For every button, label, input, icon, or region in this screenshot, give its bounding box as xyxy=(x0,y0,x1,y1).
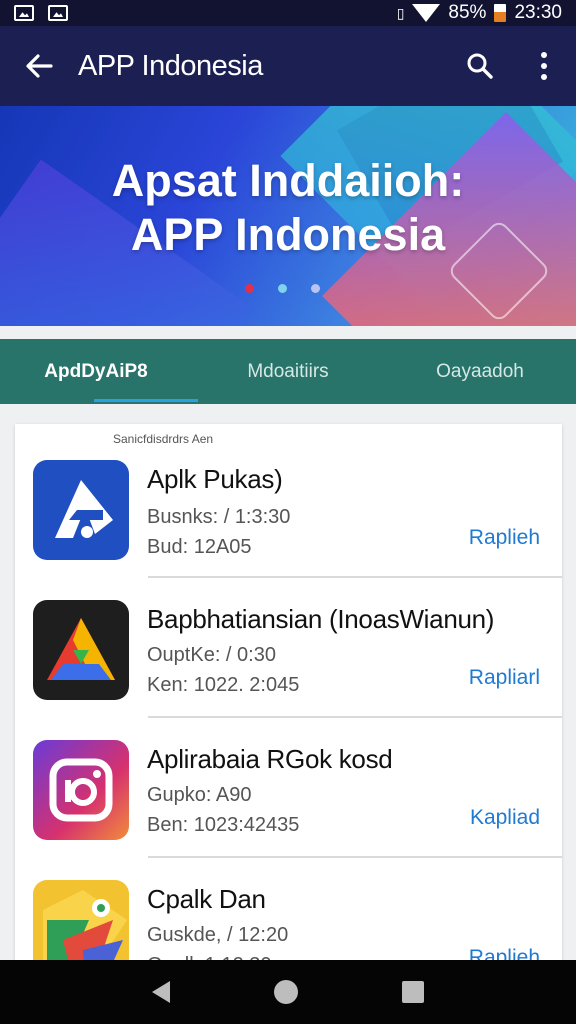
promo-banner[interactable]: Apsat Inddaiioh: APP Indonesia xyxy=(0,106,576,326)
app-name: Aplirabaia RGok kosd xyxy=(147,744,393,774)
abstract-a-logo-icon xyxy=(33,460,129,560)
nav-home-icon[interactable] xyxy=(274,980,298,1004)
banner-title-line1: Apsat Inddaiioh: xyxy=(111,155,465,206)
nav-back-icon[interactable] xyxy=(152,981,170,1003)
carousel-indicator xyxy=(0,284,576,293)
nav-recents-icon[interactable] xyxy=(402,981,424,1003)
tab-other[interactable]: Oayaadoh xyxy=(384,339,576,404)
app-action-link[interactable]: Rapliarl xyxy=(469,666,540,690)
search-icon xyxy=(467,53,493,79)
list-item[interactable]: Aplirabaia RGok kosd Gupko: A90 Ben: 102… xyxy=(15,718,562,858)
tab-featured[interactable]: ApdDyAiP8 xyxy=(0,339,198,404)
app-meta-line2: Ben: 1023:42435 xyxy=(147,814,300,836)
battery-icon xyxy=(494,4,507,22)
carousel-dot[interactable] xyxy=(310,284,320,293)
status-time: 23:30 xyxy=(514,2,562,23)
banner-title-line2: APP Indonesia xyxy=(130,209,446,260)
app-meta-line1: Gupko: A90 xyxy=(147,784,252,806)
app-name: Bapbhatiansian (InoasWianun) xyxy=(147,604,495,634)
wifi-icon xyxy=(412,4,441,22)
gallery-notification-icon xyxy=(14,5,34,21)
camera-logo-icon xyxy=(33,740,129,840)
app-action-link[interactable]: Kapliad xyxy=(470,806,540,830)
back-button[interactable] xyxy=(0,26,78,106)
app-meta-line2: Ken: 1022. 2:045 xyxy=(147,674,300,696)
app-list-card: Sanicfdisdrdrs Aen Aplk Pukas) Busnks: /… xyxy=(15,424,562,984)
more-vert-icon xyxy=(541,52,547,80)
battery-percent: 85% xyxy=(448,2,487,23)
tab-bar: ApdDyAiP8 Mdoaitiirs Oayaadoh xyxy=(0,339,576,404)
carousel-dot[interactable] xyxy=(244,284,254,293)
banner-title: Apsat Inddaiioh: APP Indonesia xyxy=(0,154,576,262)
app-title: APP Indonesia xyxy=(78,49,263,82)
system-nav-bar xyxy=(0,960,576,1024)
list-item[interactable]: Bapbhatiansian (InoasWianun) OuptKe: / 0… xyxy=(15,578,562,718)
image-notification-icon xyxy=(48,5,68,21)
tab-modifications[interactable]: Mdoaitiirs xyxy=(192,339,384,404)
app-meta-line1: Guskde, / 12:20 xyxy=(147,924,289,946)
arrow-left-icon xyxy=(26,54,53,78)
search-button[interactable] xyxy=(448,26,512,106)
app-meta-line1: OuptKe: / 0:30 xyxy=(147,644,276,666)
more-options-button[interactable] xyxy=(512,26,576,106)
carousel-dot[interactable] xyxy=(277,284,287,293)
app-meta-line1: Busnks: / 1:3:30 xyxy=(147,506,291,528)
colorful-triangle-logo-icon xyxy=(33,600,129,700)
app-action-link[interactable]: Raplieh xyxy=(469,526,540,550)
app-meta-line2: Bud: 12A05 xyxy=(147,536,252,558)
list-item[interactable]: Aplk Pukas) Busnks: / 1:3:30 Bud: 12A05 … xyxy=(15,438,562,578)
vibrate-icon: ▯ xyxy=(396,4,405,21)
app-bar: APP Indonesia xyxy=(0,26,576,106)
app-name: Cpalk Dan xyxy=(147,884,266,914)
status-bar: ▯ 85% 23:30 xyxy=(0,0,576,26)
app-name: Aplk Pukas) xyxy=(147,464,283,494)
